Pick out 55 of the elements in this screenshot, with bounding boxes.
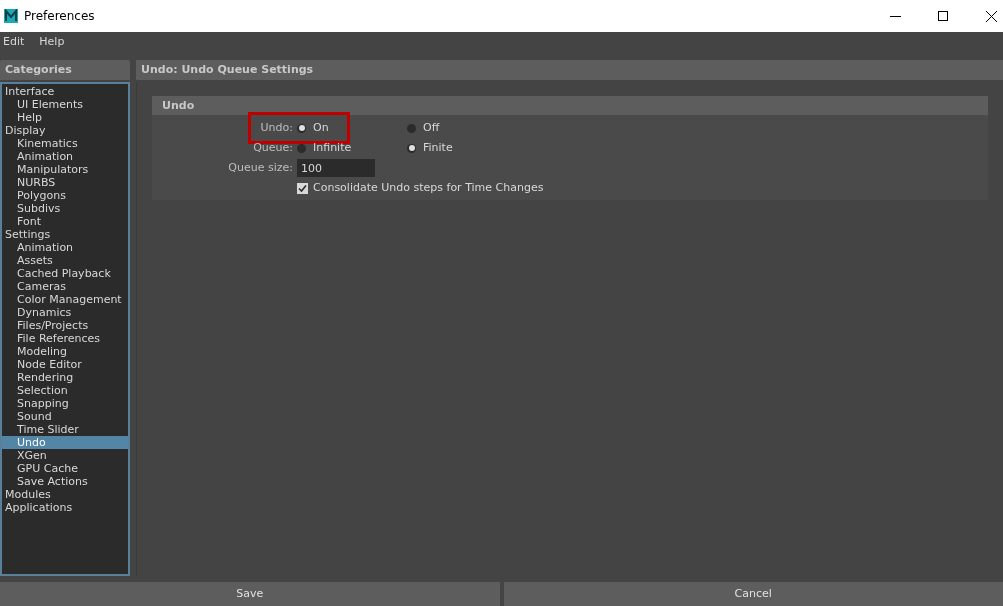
category-item[interactable]: Rendering — [2, 371, 128, 384]
category-item[interactable]: Files/Projects — [2, 319, 128, 332]
category-item[interactable]: Snapping — [2, 397, 128, 410]
category-item[interactable]: Dynamics — [2, 306, 128, 319]
category-item[interactable]: Help — [2, 111, 128, 124]
category-item[interactable]: Color Management — [2, 293, 128, 306]
app-logo-icon — [4, 9, 18, 23]
field-label: Undo: — [259, 119, 294, 136]
category-item[interactable]: Undo — [2, 436, 128, 449]
category-item[interactable]: Sound — [2, 410, 128, 423]
menu-item[interactable]: Edit — [3, 33, 25, 51]
category-item[interactable]: Save Actions — [2, 475, 128, 488]
radio-option[interactable]: Off — [407, 119, 517, 137]
dialog-button[interactable]: Save — [0, 582, 500, 606]
category-item[interactable]: Assets — [2, 254, 128, 267]
category-item[interactable]: Animation — [2, 241, 128, 254]
radio-option[interactable]: Infinite — [297, 139, 407, 157]
close-icon[interactable] — [986, 10, 997, 22]
category-item[interactable]: UI Elements — [2, 98, 128, 111]
category-item[interactable]: Node Editor — [2, 358, 128, 371]
category-item[interactable]: File References — [2, 332, 128, 345]
checkbox-label: Consolidate Undo steps for Time Changes — [313, 179, 544, 196]
category-item[interactable]: Display — [2, 124, 128, 137]
menu-item[interactable]: Help — [39, 33, 65, 51]
minimize-icon[interactable] — [890, 15, 901, 17]
field-label: Queue size: — [227, 159, 294, 176]
queue-size-field[interactable]: 100 — [297, 159, 375, 177]
panel-header: Undo: Undo Queue Settings — [136, 60, 1003, 80]
field-label: Queue: — [252, 139, 294, 156]
category-item[interactable]: Settings — [2, 228, 128, 241]
category-item[interactable]: Cameras — [2, 280, 128, 293]
category-item[interactable]: Interface — [2, 85, 128, 98]
category-item[interactable]: Applications — [2, 501, 128, 514]
category-item[interactable]: Subdivs — [2, 202, 128, 215]
category-item[interactable]: Font — [2, 215, 128, 228]
checkbox[interactable] — [297, 182, 308, 194]
category-item[interactable]: Time Slider — [2, 423, 128, 436]
section-header: Undo — [152, 96, 988, 115]
category-item[interactable]: Cached Playback — [2, 267, 128, 280]
category-item[interactable]: Modeling — [2, 345, 128, 358]
window-title: Preferences — [24, 8, 95, 25]
category-item[interactable]: Polygons — [2, 189, 128, 202]
category-item[interactable]: Animation — [2, 150, 128, 163]
category-item[interactable]: Kinematics — [2, 137, 128, 150]
radio-option[interactable]: Finite — [407, 139, 517, 157]
dialog-button[interactable]: Cancel — [503, 582, 1003, 606]
category-item[interactable]: Selection — [2, 384, 128, 397]
maximize-icon[interactable] — [938, 11, 948, 21]
category-item[interactable]: NURBS — [2, 176, 128, 189]
category-item[interactable]: XGen — [2, 449, 128, 462]
category-item[interactable]: GPU Cache — [2, 462, 128, 475]
radio-option[interactable]: On — [297, 119, 407, 137]
category-item[interactable]: Modules — [2, 488, 128, 501]
sidebar-header: Categories — [0, 60, 130, 80]
category-item[interactable]: Manipulators — [2, 163, 128, 176]
